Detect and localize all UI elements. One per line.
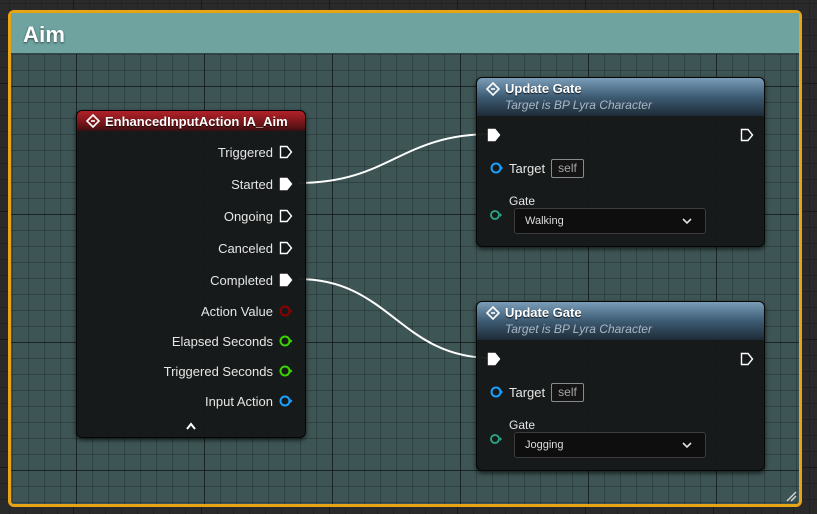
pin-canceled[interactable]: Canceled xyxy=(218,239,293,257)
function-node-subtitle: Target is BP Lyra Character xyxy=(505,322,652,336)
function-icon xyxy=(486,306,500,320)
gate-dropdown[interactable]: Walking xyxy=(514,208,706,234)
update-gate-node-jogging[interactable]: Update Gate Target is BP Lyra Character … xyxy=(476,301,765,471)
enum-pin-icon[interactable] xyxy=(489,208,503,222)
blueprint-graph-canvas[interactable]: Aim EnhancedInputAction IA_Aim Triggered… xyxy=(0,0,817,514)
pin-label: Triggered xyxy=(217,144,273,160)
exec-pin-icon[interactable] xyxy=(279,209,293,223)
exec-out-pin-icon[interactable] xyxy=(740,352,754,366)
function-node-header[interactable]: Update Gate Target is BP Lyra Character xyxy=(477,302,764,340)
pin-label: Started xyxy=(231,176,273,192)
exec-wire-completed[interactable] xyxy=(297,278,493,359)
function-node-subtitle: Target is BP Lyra Character xyxy=(505,98,652,112)
target-pin-row[interactable]: Target self xyxy=(489,382,584,402)
target-pin-row[interactable]: Target self xyxy=(489,158,584,178)
pin-label: Canceled xyxy=(218,240,273,256)
pin-label: Ongoing xyxy=(223,208,273,224)
update-gate-node-walking[interactable]: Update Gate Target is BP Lyra Character … xyxy=(476,77,765,247)
target-label: Target xyxy=(509,160,546,176)
chevron-down-icon xyxy=(682,218,692,225)
target-label: Target xyxy=(509,384,546,400)
pin-input-action[interactable]: Input Action xyxy=(205,392,293,410)
chevron-down-icon xyxy=(682,442,692,449)
target-self-field[interactable]: self xyxy=(551,382,584,402)
chevron-up-icon[interactable] xyxy=(185,421,197,431)
function-node-title: Update Gate xyxy=(505,81,582,96)
exec-in-pin-icon[interactable] xyxy=(487,352,501,366)
gate-label: Gate xyxy=(509,194,536,208)
exec-pin-icon[interactable] xyxy=(279,145,293,159)
enum-pin-icon[interactable] xyxy=(489,432,503,446)
pin-label: Input Action xyxy=(205,393,273,409)
float-pin-icon[interactable] xyxy=(279,364,293,378)
float-pin-icon[interactable] xyxy=(279,334,293,348)
pin-label: Completed xyxy=(210,272,273,288)
object-pin-icon[interactable] xyxy=(489,161,503,175)
exec-pin-icon[interactable] xyxy=(279,241,293,255)
pin-started[interactable]: Started xyxy=(231,175,293,193)
gate-label: Gate xyxy=(509,418,536,432)
exec-out-pin-icon[interactable] xyxy=(740,128,754,142)
enhanced-input-action-node[interactable]: EnhancedInputAction IA_Aim Triggered Sta… xyxy=(76,110,306,438)
exec-in-pin-icon[interactable] xyxy=(487,128,501,142)
exec-pin-icon[interactable] xyxy=(279,177,293,191)
event-node-header[interactable]: EnhancedInputAction IA_Aim xyxy=(77,111,305,131)
pin-action-value[interactable]: Action Value xyxy=(201,302,293,320)
target-self-field[interactable]: self xyxy=(551,158,584,178)
gate-dropdown[interactable]: Jogging xyxy=(514,432,706,458)
exec-pin-icon[interactable] xyxy=(279,273,293,287)
bool-pin-icon[interactable] xyxy=(279,304,293,318)
function-node-title: Update Gate xyxy=(505,305,582,320)
object-pin-icon[interactable] xyxy=(279,394,293,408)
pin-label: Triggered Seconds xyxy=(163,363,273,379)
gate-dropdown-value: Walking xyxy=(525,215,564,227)
function-node-header[interactable]: Update Gate Target is BP Lyra Character xyxy=(477,78,764,116)
pin-completed[interactable]: Completed xyxy=(210,271,293,289)
event-node-title: EnhancedInputAction IA_Aim xyxy=(105,114,288,129)
pin-elapsed-seconds[interactable]: Elapsed Seconds xyxy=(172,332,293,350)
event-diamond-icon xyxy=(86,114,100,128)
gate-dropdown-value: Jogging xyxy=(525,439,564,451)
pin-triggered[interactable]: Triggered xyxy=(218,143,293,161)
pin-triggered-seconds[interactable]: Triggered Seconds xyxy=(164,362,293,380)
pin-ongoing[interactable]: Ongoing xyxy=(224,207,293,225)
object-pin-icon[interactable] xyxy=(489,385,503,399)
pin-label: Elapsed Seconds xyxy=(171,333,273,349)
pin-label: Action Value xyxy=(200,303,273,319)
function-icon xyxy=(486,82,500,96)
exec-wire-started[interactable] xyxy=(297,133,493,184)
